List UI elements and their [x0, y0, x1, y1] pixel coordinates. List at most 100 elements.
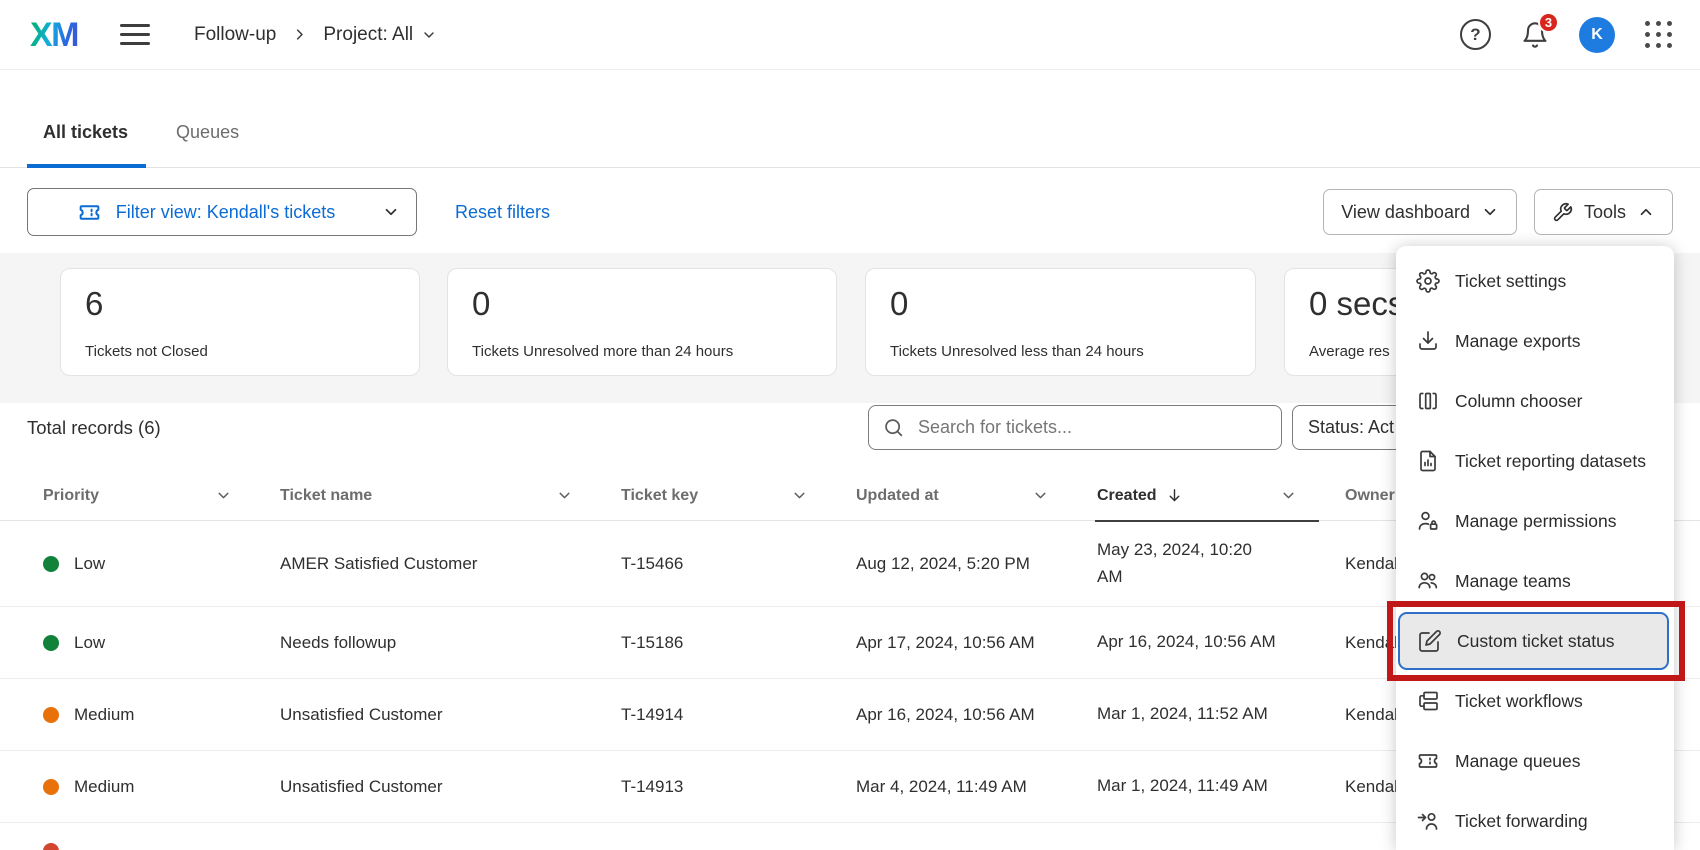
column-header-created-sorted[interactable]: Created	[1097, 470, 1345, 521]
priority-dot	[43, 843, 59, 850]
topbar-actions: ? 3 K	[1460, 17, 1672, 53]
hamburger-menu-icon[interactable]	[120, 24, 150, 46]
chevron-up-icon	[1637, 203, 1655, 221]
priority-label: Medium	[74, 777, 134, 797]
stat-value: 6	[85, 285, 395, 323]
menu-item-manage-teams[interactable]: Manage teams	[1396, 551, 1674, 611]
created-cell: May 23, 2024, 10:20 AM	[1097, 537, 1345, 590]
avatar[interactable]: K	[1579, 17, 1615, 53]
tools-button[interactable]: Tools	[1534, 189, 1673, 235]
help-icon[interactable]: ?	[1460, 19, 1491, 50]
priority-cell: Medium	[43, 777, 280, 797]
menu-item-ticket-settings[interactable]: Ticket settings	[1396, 251, 1674, 311]
ticket-name-cell: Unsatisfied Customer	[280, 777, 621, 797]
breadcrumb-section[interactable]: Follow-up	[194, 24, 276, 46]
chevron-down-icon[interactable]	[1032, 487, 1049, 504]
stat-card-unresolved-less-24h: 0 Tickets Unresolved less than 24 hours	[865, 268, 1256, 376]
chevron-down-icon[interactable]	[791, 487, 808, 504]
column-label: Ticket key	[621, 487, 698, 505]
menu-item-manage-exports[interactable]: Manage exports	[1396, 311, 1674, 371]
stat-label: Tickets Unresolved more than 24 hours	[472, 343, 812, 360]
ticket-key-cell: T-15466	[621, 554, 856, 574]
ticket-name-cell: AMER Satisfied Customer	[280, 554, 621, 574]
xm-logo[interactable]: XM	[30, 18, 78, 52]
filter-toolbar: Filter view: Kendall's tickets Reset fil…	[27, 188, 1673, 236]
notifications-button[interactable]: 3	[1521, 21, 1549, 49]
created-cell: Mar 1, 2024, 11:49 AM	[1097, 773, 1345, 799]
priority-cell: Low	[43, 633, 280, 653]
search-input[interactable]	[916, 416, 1267, 439]
menu-item-manage-queues[interactable]: Manage queues	[1396, 731, 1674, 791]
column-label: Priority	[43, 487, 99, 505]
column-header-updated-at[interactable]: Updated at	[856, 470, 1097, 521]
priority-cell: Low	[43, 554, 280, 574]
priority-cell	[43, 843, 280, 850]
breadcrumb-project-label: Project: All	[323, 24, 413, 46]
reset-filters-link[interactable]: Reset filters	[455, 202, 550, 223]
created-cell: Apr 16, 2024, 10:56 AM	[1097, 629, 1345, 655]
column-label: Created	[1097, 487, 1157, 505]
notification-badge: 3	[1538, 12, 1559, 33]
menu-item-ticket-reporting-datasets[interactable]: Ticket reporting datasets	[1396, 431, 1674, 491]
column-label: Ticket name	[280, 487, 372, 505]
stat-label: Tickets Unresolved less than 24 hours	[890, 343, 1231, 360]
menu-item-label: Column chooser	[1455, 391, 1582, 412]
user-forward-icon	[1416, 809, 1440, 833]
column-header-ticket-name[interactable]: Ticket name	[280, 470, 621, 521]
menu-item-label: Ticket settings	[1455, 271, 1566, 292]
chevron-down-icon[interactable]	[556, 487, 573, 504]
column-header-ticket-key[interactable]: Ticket key	[621, 470, 856, 521]
menu-item-ticket-forwarding[interactable]: Ticket forwarding	[1396, 791, 1674, 850]
updated-at-cell: Aug 12, 2024, 5:20 PM	[856, 554, 1097, 574]
download-icon	[1416, 329, 1440, 353]
priority-label: Low	[74, 633, 105, 653]
ticket-name-cell: Unsatisfied Customer	[280, 705, 621, 725]
stat-label: Tickets not Closed	[85, 343, 395, 360]
stat-value: 0	[890, 285, 1231, 323]
menu-item-label: Ticket workflows	[1455, 691, 1583, 712]
report-document-icon	[1416, 449, 1440, 473]
menu-item-manage-permissions[interactable]: Manage permissions	[1396, 491, 1674, 551]
stat-card-not-closed: 6 Tickets not Closed	[60, 268, 420, 376]
wrench-icon	[1552, 202, 1573, 223]
menu-item-label: Manage permissions	[1455, 511, 1616, 532]
ticket-icon	[77, 200, 102, 225]
total-records-label: Total records (6)	[27, 417, 161, 439]
updated-at-cell: Apr 17, 2024, 10:56 AM	[856, 633, 1097, 653]
priority-dot-low	[43, 556, 59, 572]
users-icon	[1416, 569, 1440, 593]
stat-value: 0	[472, 285, 812, 323]
priority-cell: Medium	[43, 705, 280, 725]
breadcrumb-project-dropdown[interactable]: Project: All	[323, 24, 437, 46]
menu-item-label: Ticket reporting datasets	[1455, 451, 1646, 472]
menu-item-custom-ticket-status[interactable]: Custom ticket status	[1398, 612, 1669, 670]
tools-dropdown-menu: Ticket settings Manage exports Column ch…	[1396, 246, 1674, 850]
created-cell: Mar 1, 2024, 11:52 AM	[1097, 701, 1345, 727]
tab-bar: All tickets Queues	[0, 100, 1700, 168]
menu-item-label: Manage teams	[1455, 571, 1571, 592]
ticket-icon	[1416, 749, 1440, 773]
column-header-priority[interactable]: Priority	[43, 470, 280, 521]
chevron-down-icon[interactable]	[215, 487, 232, 504]
menu-item-column-chooser[interactable]: Column chooser	[1396, 371, 1674, 431]
filter-view-dropdown[interactable]: Filter view: Kendall's tickets	[27, 188, 417, 236]
menu-item-label: Manage queues	[1455, 751, 1581, 772]
search-icon	[883, 417, 904, 438]
menu-item-label: Manage exports	[1455, 331, 1581, 352]
top-navigation-bar: XM Follow-up Project: All ? 3 K	[0, 0, 1700, 70]
chevron-down-icon[interactable]	[1280, 487, 1297, 504]
edit-icon	[1418, 629, 1442, 653]
view-dashboard-button[interactable]: View dashboard	[1323, 189, 1517, 235]
priority-dot-medium	[43, 779, 59, 795]
tab-all-tickets[interactable]: All tickets	[43, 122, 128, 167]
app-screen: XM Follow-up Project: All ? 3 K	[0, 0, 1700, 850]
apps-grid-icon[interactable]	[1645, 21, 1672, 48]
columns-icon	[1416, 389, 1440, 413]
column-label: Updated at	[856, 487, 939, 505]
updated-at-cell: Mar 4, 2024, 11:49 AM	[856, 777, 1097, 797]
column-label: Owner	[1345, 487, 1395, 505]
tab-queues[interactable]: Queues	[176, 122, 239, 167]
menu-item-ticket-workflows[interactable]: Ticket workflows	[1396, 671, 1674, 731]
chevron-right-icon	[292, 27, 307, 42]
ticket-key-cell: T-14913	[621, 777, 856, 797]
